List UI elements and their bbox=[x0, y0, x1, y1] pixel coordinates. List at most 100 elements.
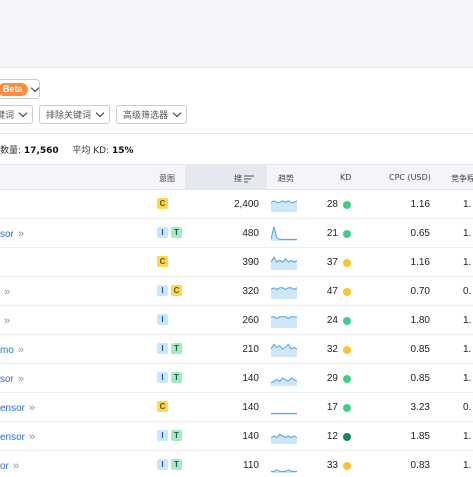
search-volume: 320 bbox=[242, 286, 259, 297]
intent-badges: IT bbox=[157, 459, 182, 470]
search-volume: 140 bbox=[242, 402, 259, 413]
expand-keyword-icon[interactable]: » bbox=[13, 460, 19, 472]
competition-value: 1. bbox=[463, 431, 472, 442]
keyword-link[interactable]: ensor» bbox=[0, 402, 35, 414]
count-value: 17,560 bbox=[23, 146, 59, 156]
keyword-link[interactable]: » bbox=[0, 286, 10, 298]
trend-sparkline bbox=[271, 200, 297, 212]
top-area bbox=[0, 0, 473, 68]
column-trend[interactable]: 趋势 bbox=[278, 173, 294, 184]
kd-value: 12 bbox=[326, 431, 338, 442]
intent-badge[interactable]: C bbox=[171, 285, 182, 296]
count-label: 数量: bbox=[0, 146, 22, 156]
intent-badge[interactable]: C bbox=[157, 256, 168, 267]
beta-dropdown[interactable]: Beta bbox=[0, 79, 40, 99]
filter-advanced[interactable]: 高级筛选器 bbox=[116, 105, 188, 124]
expand-keyword-icon[interactable]: » bbox=[18, 373, 24, 385]
expand-keyword-icon[interactable]: » bbox=[4, 315, 10, 327]
intent-badge[interactable]: I bbox=[157, 314, 168, 325]
competition-value: 1. bbox=[463, 460, 472, 471]
trend-sparkline bbox=[271, 256, 297, 270]
column-cpc[interactable]: CPC (USD) bbox=[389, 173, 431, 182]
intent-badges: IT bbox=[157, 343, 182, 354]
intent-badge[interactable]: C bbox=[157, 401, 168, 412]
competition-value: 1. bbox=[463, 199, 472, 210]
cpc-value: 0.65 bbox=[410, 228, 430, 239]
trend-sparkline bbox=[271, 412, 297, 415]
keyword-link[interactable] bbox=[0, 257, 4, 269]
expand-keyword-icon[interactable]: » bbox=[29, 431, 35, 443]
table-row: » I C 320 47 0.70 0. bbox=[0, 277, 473, 306]
kd-difficulty-dot bbox=[343, 259, 351, 267]
table-row: sor » I T 480 21 0.65 1. bbox=[0, 219, 473, 248]
keyword-text: ensor bbox=[0, 432, 26, 443]
competition-value: 0. bbox=[463, 402, 472, 413]
intent-badge[interactable]: T bbox=[171, 430, 182, 441]
column-volume[interactable]: 搜 bbox=[234, 173, 254, 184]
trend-sparkline bbox=[271, 433, 297, 444]
keyword-link[interactable] bbox=[0, 199, 4, 211]
filter-label: 关键词 bbox=[0, 111, 15, 121]
kd-difficulty-dot bbox=[343, 288, 351, 296]
volume-header-highlight bbox=[185, 165, 267, 189]
column-competition[interactable]: 竞争程 bbox=[451, 173, 473, 184]
chevron-down-icon bbox=[95, 108, 105, 118]
expand-keyword-icon[interactable]: » bbox=[18, 228, 24, 240]
keyword-link[interactable]: or » bbox=[0, 460, 19, 472]
kd-difficulty-dot bbox=[343, 230, 351, 238]
intent-badge[interactable]: I bbox=[157, 343, 168, 354]
trend-sparkline bbox=[271, 469, 297, 473]
trend-sparkline bbox=[271, 226, 297, 241]
intent-badge[interactable]: T bbox=[171, 343, 182, 354]
table-row: or » I T 110 33 0.83 1. bbox=[0, 451, 473, 477]
kd-difficulty-dot bbox=[343, 201, 351, 209]
intent-badge[interactable]: I bbox=[157, 459, 168, 470]
trend-sparkline bbox=[271, 377, 297, 386]
search-volume: 260 bbox=[242, 315, 259, 326]
cpc-value: 0.85 bbox=[410, 373, 430, 384]
keyword-link[interactable]: » bbox=[0, 315, 10, 327]
intent-badge[interactable]: I bbox=[157, 285, 168, 296]
intent-badge[interactable]: I bbox=[157, 227, 168, 238]
filter-label: 排除关键词 bbox=[46, 111, 92, 121]
table-header: 意图 搜 趋势 KD CPC (USD) 竞争程 bbox=[0, 164, 473, 190]
intent-badges: IT bbox=[157, 227, 182, 238]
kd-value: 47 bbox=[326, 286, 338, 297]
kd-value: 24 bbox=[326, 315, 338, 326]
column-volume-label: 搜 bbox=[234, 174, 242, 183]
kd-value: 37 bbox=[326, 257, 338, 268]
keyword-text: or bbox=[0, 461, 9, 472]
intent-badge[interactable]: T bbox=[171, 459, 182, 470]
intent-badge[interactable]: T bbox=[171, 372, 182, 383]
kd-value: 17 bbox=[326, 402, 338, 413]
chevron-down-icon bbox=[172, 108, 182, 118]
table-row: sor » I T 140 29 0.85 1. bbox=[0, 364, 473, 393]
avg-kd-label: 平均 KD: bbox=[72, 146, 110, 156]
cpc-value: 1.16 bbox=[410, 199, 430, 210]
column-intent[interactable]: 意图 bbox=[159, 173, 175, 184]
competition-value: 1. bbox=[463, 315, 472, 326]
trend-line bbox=[271, 469, 297, 472]
keyword-link[interactable]: mo » bbox=[0, 344, 24, 356]
keyword-link[interactable]: sor » bbox=[0, 228, 24, 240]
expand-keyword-icon[interactable]: » bbox=[4, 286, 10, 298]
competition-value: 1. bbox=[463, 373, 472, 384]
intent-badge[interactable]: I bbox=[157, 372, 168, 383]
competition-value: 1. bbox=[463, 228, 472, 239]
column-kd[interactable]: KD bbox=[340, 173, 351, 182]
table-row: ensor» C 140 17 3.23 0. bbox=[0, 393, 473, 422]
filter-exclude-keywords[interactable]: 排除关键词 bbox=[39, 105, 111, 124]
trend-area bbox=[271, 434, 297, 444]
keyword-link[interactable]: sor » bbox=[0, 373, 24, 385]
intent-badge[interactable]: I bbox=[157, 430, 168, 441]
keyword-link[interactable]: ensor» bbox=[0, 431, 35, 443]
intent-badge[interactable]: C bbox=[157, 198, 168, 209]
trend-area bbox=[271, 344, 297, 357]
search-volume: 140 bbox=[242, 431, 259, 442]
kd-difficulty-dot bbox=[343, 346, 351, 354]
intent-badge[interactable]: T bbox=[171, 227, 182, 238]
filter-include-keywords[interactable]: 关键词 bbox=[0, 105, 34, 124]
search-volume: 390 bbox=[242, 257, 259, 268]
expand-keyword-icon[interactable]: » bbox=[18, 344, 24, 356]
expand-keyword-icon[interactable]: » bbox=[29, 402, 35, 414]
